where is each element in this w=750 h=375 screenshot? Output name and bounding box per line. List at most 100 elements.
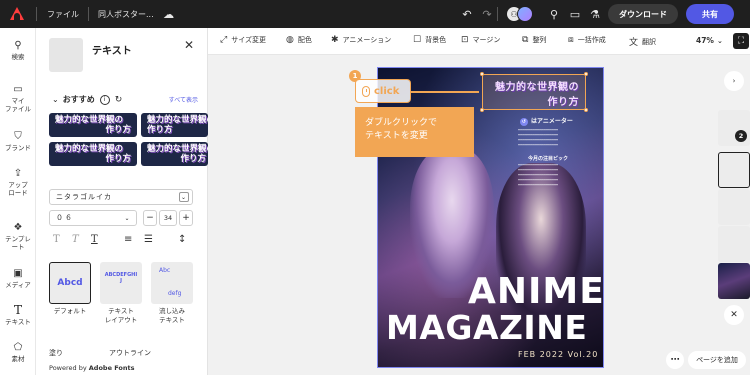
text-preset[interactable]: 魅力的な世界観の 作り方 bbox=[141, 113, 208, 137]
see-all-link[interactable]: すべて表示 bbox=[169, 95, 198, 104]
bulk-create-button[interactable]: ⧈ 一括作成 bbox=[568, 35, 606, 45]
click-indicator: click bbox=[355, 79, 411, 103]
zoom-control[interactable]: 47% ⌄ bbox=[696, 36, 723, 45]
rail-item-media[interactable]: ▣ メディア bbox=[0, 268, 36, 289]
add-page-button[interactable]: ページを追加 bbox=[688, 351, 746, 369]
background-label: 背景色 bbox=[425, 36, 447, 44]
page-thumbnail[interactable]: 2 bbox=[718, 110, 750, 146]
bulk-create-label: 一括作成 bbox=[577, 36, 606, 44]
info-icon[interactable]: i bbox=[99, 94, 110, 105]
headline-text-box[interactable]: 魅力的な世界観の 作り方 bbox=[480, 72, 588, 112]
text-icon: T bbox=[13, 303, 22, 317]
text-style-flow[interactable]: Abc defg bbox=[151, 262, 193, 304]
color-label: 配色 bbox=[297, 36, 312, 44]
font-family-select[interactable]: ニタラゴルイカ ⌄ bbox=[49, 189, 193, 205]
powered-brand: Adobe Fonts bbox=[88, 364, 135, 372]
rail-item-my-files[interactable]: ▭ マイ ファイル bbox=[0, 84, 36, 113]
rail-item-brand[interactable]: ⛉ ブランド bbox=[0, 131, 36, 152]
instruction-tooltip: ダブルクリックで テキストを変更 bbox=[355, 107, 474, 157]
page-thumbnail-current[interactable] bbox=[718, 152, 750, 188]
translate-button[interactable]: 文翻訳 bbox=[629, 35, 656, 49]
redo-icon[interactable]: ↷ bbox=[478, 5, 496, 23]
anime-title[interactable]: ANIME bbox=[468, 274, 603, 310]
callout-connector bbox=[411, 91, 479, 93]
template-icon: ❖ bbox=[13, 222, 23, 233]
elements-icon: ⬠ bbox=[13, 342, 23, 353]
margin-button[interactable]: ⊡ マージン bbox=[461, 35, 500, 45]
rail-label: メディア bbox=[5, 281, 31, 289]
rail-item-upload[interactable]: ⇪ アップ ロード bbox=[0, 168, 36, 197]
font-weight-select[interactable]: ０６ ⌄ bbox=[49, 210, 137, 226]
more-options-icon[interactable]: ⋯ bbox=[666, 351, 684, 369]
arrange-button[interactable]: ⧉ 整列 bbox=[522, 35, 546, 45]
resize-handle[interactable] bbox=[480, 108, 484, 112]
comment-icon[interactable]: ▭ bbox=[566, 5, 584, 23]
undo-icon[interactable]: ↶ bbox=[458, 5, 476, 23]
translate-icon: 文 bbox=[629, 38, 639, 48]
share-button[interactable]: 共有 bbox=[686, 4, 734, 24]
background-button[interactable]: ☐ 背景色 bbox=[413, 35, 446, 45]
issue-label[interactable]: FEB 2022 Vol.20 bbox=[518, 350, 598, 359]
animation-label: アニメーション bbox=[342, 36, 392, 44]
increase-size-button[interactable]: + bbox=[179, 210, 193, 226]
document-title[interactable]: 同人ポスター... bbox=[98, 9, 154, 20]
preset-line: 魅力的な世界観の bbox=[147, 115, 208, 125]
align-center-icon[interactable]: ≡ bbox=[124, 234, 132, 246]
lightbulb-icon[interactable]: ⚲ bbox=[545, 5, 563, 23]
rail-item-search[interactable]: ⚲ 検索 bbox=[0, 40, 36, 61]
line-spacing-icon[interactable]: ↕ bbox=[178, 234, 186, 246]
close-icon[interactable]: ✕ bbox=[184, 38, 194, 52]
upload-icon: ⇪ bbox=[13, 168, 23, 179]
decrease-size-button[interactable]: − bbox=[143, 210, 157, 226]
fit-screen-icon[interactable]: ⛶ bbox=[733, 33, 749, 49]
powered-by: Powered by Adobe Fonts bbox=[49, 364, 135, 372]
magazine-title[interactable]: MAGAZINE bbox=[386, 311, 587, 345]
chevron-down-icon[interactable]: ⌄ bbox=[52, 95, 59, 104]
chevron-right-icon[interactable]: › bbox=[724, 71, 744, 91]
margin-icon: ⊡ bbox=[461, 35, 469, 45]
font-size-field[interactable]: 34 bbox=[159, 210, 177, 226]
resize-button[interactable]: ⤢ サイズ変更 bbox=[220, 35, 266, 45]
resize-handle[interactable] bbox=[584, 108, 588, 112]
list-icon[interactable]: ☰ bbox=[144, 234, 153, 246]
animator-heading[interactable]: ↺ はアニメーター bbox=[520, 116, 573, 126]
collaborators[interactable]: ⚇ bbox=[506, 6, 533, 22]
text-preset[interactable]: 魅力的な世界観の 作り方 bbox=[49, 142, 137, 166]
click-label: click bbox=[374, 85, 400, 97]
body-text[interactable]: ━━━━━━━━━━━━━━━━━━━ ━━━━━━━━━━━━━━━━━━━ ━━… bbox=[518, 128, 584, 148]
text-preset[interactable]: 魅力的な世界観の 作り方 bbox=[141, 142, 208, 166]
text-format-row: T T T ≡ ☰ ↕ bbox=[53, 234, 195, 246]
resize-handle[interactable] bbox=[480, 72, 484, 76]
page-thumbnail[interactable] bbox=[718, 263, 750, 299]
adobe-express-logo-icon[interactable] bbox=[10, 7, 24, 21]
chevron-down-icon: ⌄ bbox=[179, 192, 189, 202]
text-style-layout[interactable]: ABCDEFGHIJ bbox=[100, 262, 142, 304]
search-icon: ⚲ bbox=[14, 40, 22, 51]
flow-sample: Abc bbox=[159, 267, 171, 274]
text-style-underline-icon[interactable]: T bbox=[91, 234, 98, 246]
rail-item-templates[interactable]: ❖ テンプレ ート bbox=[0, 222, 36, 251]
text-preset[interactable]: 魅力的な世界観の 作り方 bbox=[49, 113, 137, 137]
text-style-italic-icon[interactable]: T bbox=[72, 234, 79, 246]
download-button[interactable]: ダウンロード bbox=[608, 4, 678, 24]
flow-sample: defg bbox=[168, 290, 182, 297]
font-size-stepper: − 34 + bbox=[143, 210, 193, 226]
avatar bbox=[517, 6, 533, 22]
resize-handle[interactable] bbox=[584, 72, 588, 76]
menu-file[interactable]: ファイル bbox=[47, 9, 79, 20]
text-style-regular-icon[interactable]: T bbox=[53, 234, 60, 246]
page-thumbnail[interactable] bbox=[718, 226, 750, 262]
pick-heading[interactable]: 今月の注目ピック bbox=[528, 155, 568, 162]
brand-icon: ⛉ bbox=[14, 131, 22, 142]
pick-body-text[interactable]: ━━━━━━━━━━━━━━━━━━━ ━━━━━━━━━━━━━━━━━━━ ━━… bbox=[518, 163, 584, 188]
refresh-icon[interactable]: ↻ bbox=[115, 95, 123, 105]
close-icon[interactable]: ✕ bbox=[724, 305, 744, 325]
page-thumbnail[interactable] bbox=[718, 189, 750, 225]
arrange-icon: ⧉ bbox=[522, 35, 529, 45]
text-style-default[interactable]: Abcd bbox=[49, 262, 91, 304]
color-button[interactable]: ◍ 配色 bbox=[286, 35, 312, 45]
rail-item-elements[interactable]: ⬠ 素材 bbox=[0, 342, 36, 363]
flask-icon[interactable]: ⚗ bbox=[586, 5, 604, 23]
rail-item-text[interactable]: T テキスト bbox=[0, 303, 36, 326]
animation-button[interactable]: ✱ アニメーション bbox=[331, 35, 391, 45]
